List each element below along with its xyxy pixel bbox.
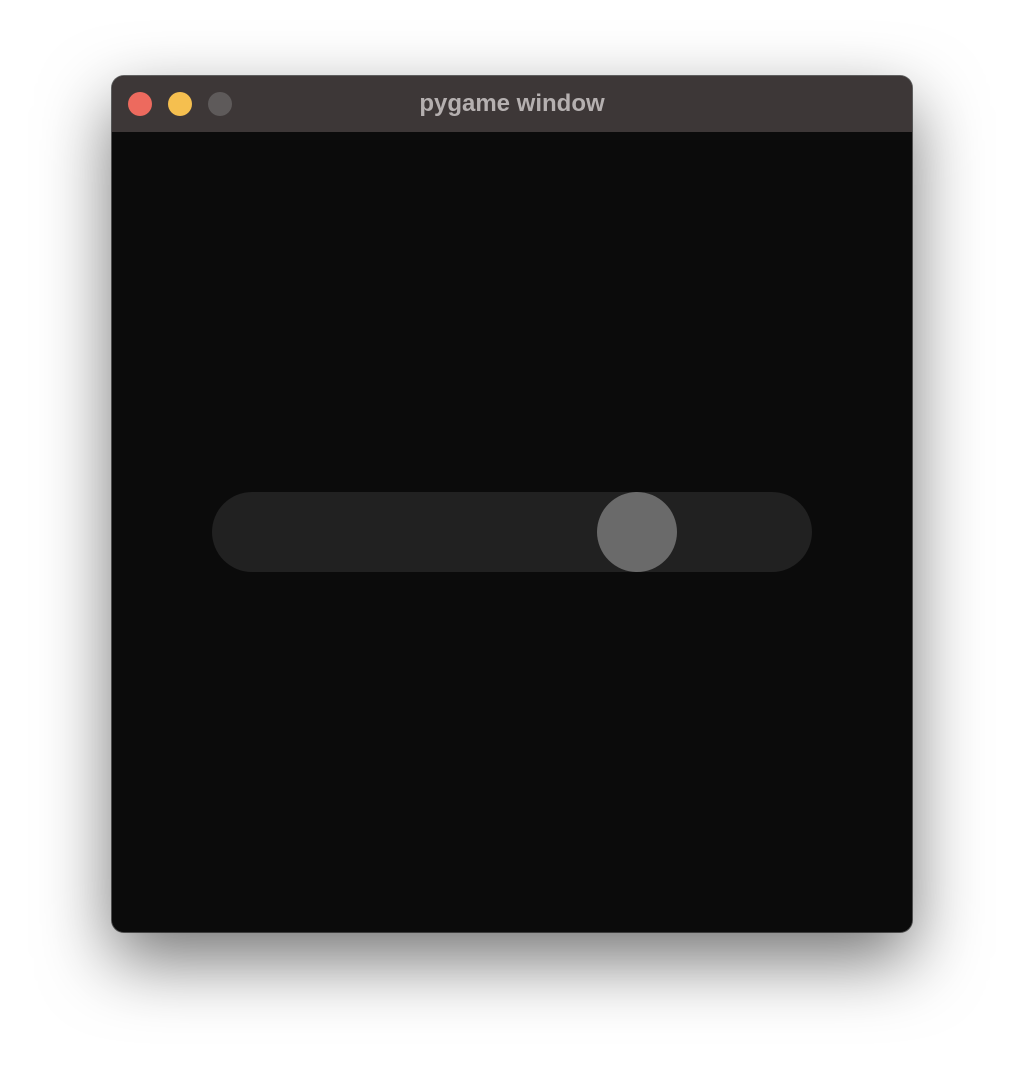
game-canvas[interactable] [112, 132, 912, 932]
slider-track[interactable] [212, 492, 812, 572]
slider-thumb[interactable] [597, 492, 677, 572]
window-title: pygame window [419, 90, 605, 117]
title-bar[interactable]: pygame window [112, 76, 912, 133]
app-window: pygame window [112, 76, 912, 932]
